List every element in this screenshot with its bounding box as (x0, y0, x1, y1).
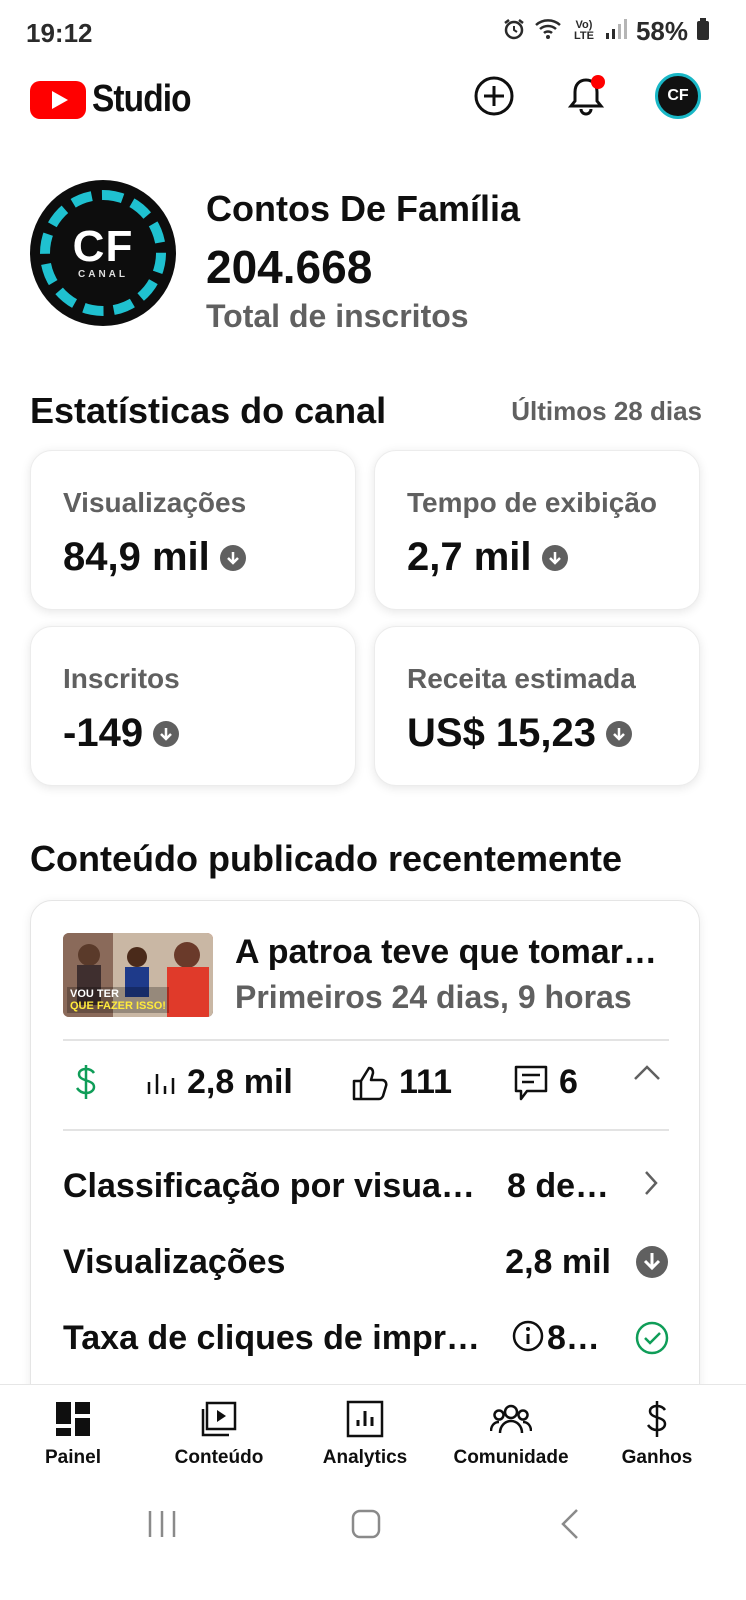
back-icon (561, 1509, 578, 1539)
channel-avatar[interactable]: CF CANAL (30, 180, 176, 326)
video-title[interactable]: A patroa teve que tomar uma atitude (235, 933, 665, 972)
thumbs-up-icon (352, 1066, 388, 1100)
dashboard-icon (0, 1397, 146, 1441)
detail-value: 8 de 10 (507, 1167, 615, 1205)
detail-row-views: Visualizações 2,8 mil (63, 1237, 669, 1287)
youtube-play-icon (30, 80, 86, 119)
thumbnail-caption: Vou ter que fazer isso! (67, 987, 169, 1013)
detail-row-ranking[interactable]: Classificação por visualizações 8 de 10 (63, 1161, 669, 1211)
recent-apps-button[interactable] (132, 1504, 192, 1544)
create-icon (474, 76, 514, 116)
create-button[interactable] (470, 72, 518, 120)
notifications-icon (567, 75, 605, 116)
status-bar: 19:12 Vo) LTE 58% (0, 0, 746, 64)
stats-title: Estatísticas do canal (30, 390, 387, 431)
nav-analytics[interactable]: Analytics (292, 1397, 438, 1469)
recent-content-title: Conteúdo publicado recentemente (30, 838, 623, 879)
comment-icon (514, 1065, 548, 1100)
home-button[interactable] (336, 1504, 396, 1544)
chevron-up-icon (634, 1065, 660, 1080)
alarm-icon (502, 17, 526, 46)
stat-label: Visualizações (63, 487, 247, 518)
stat-card-revenue[interactable]: Receita estimada US$ 15,23 (374, 626, 700, 786)
app-header: Studio CF (0, 64, 746, 136)
bottom-navigation: Painel Conteúdo Analytics Comunidade Gan… (0, 1384, 746, 1484)
dollar-icon (73, 1063, 99, 1110)
trend-down-icon (153, 720, 180, 747)
nav-content[interactable]: Conteúdo (146, 1397, 292, 1469)
studio-logo[interactable]: Studio (30, 78, 204, 121)
channel-name: Contos De Família (206, 188, 521, 229)
content-icon (146, 1397, 292, 1441)
subscriber-label: Total de inscritos (206, 298, 469, 334)
status-icons: Vo) LTE 58% (502, 16, 710, 47)
divider (63, 1129, 669, 1131)
stats-period[interactable]: Últimos 28 dias (511, 396, 702, 427)
stat-label: Tempo de exibição (407, 487, 657, 518)
recent-video-card: Vou ter que fazer isso! A patroa teve que… (30, 900, 700, 1420)
detail-label: Visualizações (63, 1243, 286, 1281)
nav-dashboard[interactable]: Painel (0, 1397, 146, 1469)
volte-icon: Vo) LTE (573, 18, 594, 42)
stat-label: Inscritos (63, 663, 180, 694)
collapse-button[interactable] (633, 1063, 661, 1083)
stat-value: 2,7 mil (407, 535, 532, 579)
trend-down-icon (219, 544, 246, 571)
info-icon[interactable] (511, 1319, 545, 1358)
recent-apps-icon (148, 1511, 176, 1537)
battery-icon (696, 17, 710, 46)
detail-label: Classificação por visualizações (63, 1167, 483, 1205)
video-metrics: 2,8 mil 111 6 (63, 1041, 669, 1129)
stat-card-watch-time[interactable]: Tempo de exibição 2,7 mil (374, 450, 700, 610)
status-time: 19:12 (26, 18, 93, 48)
comments-metric: 6 (513, 1063, 578, 1102)
stat-label: Receita estimada (407, 663, 636, 694)
earn-icon (584, 1397, 730, 1441)
battery-percent: 58% (635, 16, 688, 46)
video-thumbnail[interactable]: Vou ter que fazer isso! (63, 933, 213, 1017)
bar-chart-icon (147, 1073, 175, 1094)
community-icon (438, 1397, 584, 1441)
detail-row-ctr: Taxa de cliques de impressões 8,0% (63, 1313, 669, 1363)
detail-value: 8,0% (547, 1319, 607, 1357)
wifi-icon (534, 17, 564, 46)
stat-value: US$ 15,23 (407, 711, 597, 755)
stat-card-subscribers[interactable]: Inscritos -149 (30, 626, 356, 786)
stat-card-views[interactable]: Visualizações 84,9 mil (30, 450, 356, 610)
monetization-status[interactable] (73, 1063, 99, 1110)
trend-down-icon (606, 720, 633, 747)
check-circle-icon (635, 1321, 669, 1360)
nav-community[interactable]: Comunidade (438, 1397, 584, 1469)
likes-metric: 111 (351, 1063, 452, 1102)
stat-value: 84,9 mil (63, 535, 210, 579)
video-meta: Primeiros 24 dias, 9 horas (235, 979, 632, 1015)
trend-down-icon (541, 544, 568, 571)
subscriber-count: 204.668 (206, 241, 373, 293)
channel-summary: CF CANAL Contos De Família 204.668 Total … (30, 178, 720, 334)
stat-value: -149 (63, 711, 144, 755)
account-button[interactable]: CF (654, 72, 702, 120)
home-icon (351, 1509, 381, 1539)
nav-earn[interactable]: Ganhos (584, 1397, 730, 1469)
detail-label: Taxa de cliques de impressões (63, 1319, 483, 1357)
chevron-right-icon (643, 1169, 659, 1202)
notifications-button[interactable] (562, 72, 610, 120)
analytics-icon (292, 1397, 438, 1441)
trend-down-icon (635, 1245, 669, 1284)
back-button[interactable] (540, 1504, 600, 1544)
account-avatar: CF (655, 73, 701, 119)
views-metric: 2,8 mil (145, 1063, 293, 1102)
logo-text: Studio (92, 78, 192, 120)
system-navigation (0, 1484, 746, 1600)
detail-value: 2,8 mil (505, 1243, 611, 1281)
signal-icon (604, 17, 628, 46)
